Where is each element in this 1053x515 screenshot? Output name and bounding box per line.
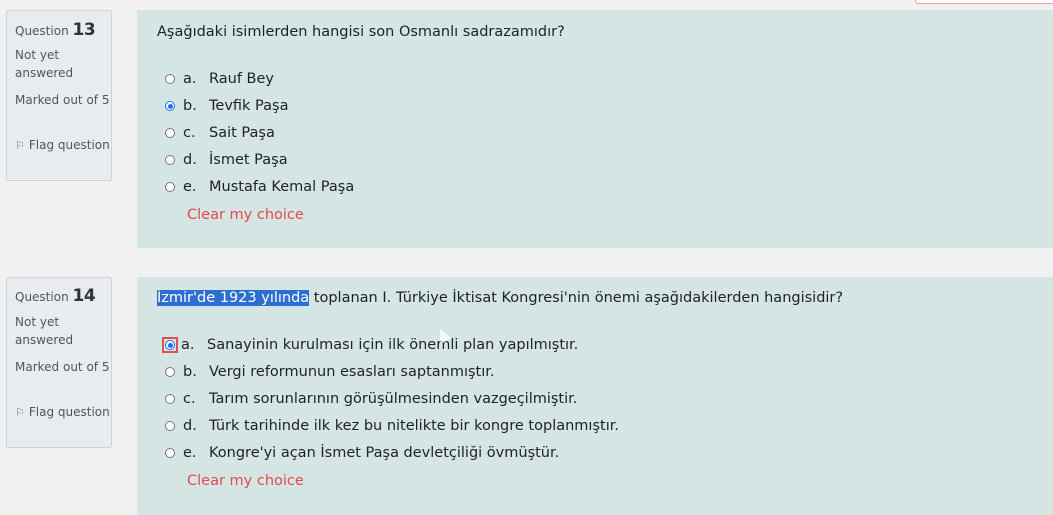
radio-button[interactable] bbox=[165, 182, 175, 192]
radio-button[interactable] bbox=[165, 101, 175, 111]
question-status: Not yet answered bbox=[15, 315, 74, 347]
option-text: Rauf Bey bbox=[209, 71, 274, 87]
answer-option-c[interactable]: c. Tarım sorunlarının görüşülmesinden va… bbox=[165, 389, 577, 409]
option-text: Sanayinin kurulması için ilk önemli plan… bbox=[207, 337, 579, 353]
option-text: İsmet Paşa bbox=[209, 152, 288, 168]
flag-question-link[interactable]: ⚐ Flag question bbox=[15, 136, 110, 155]
question-info-panel: Question 14 Not yet answered Marked out … bbox=[6, 277, 112, 448]
question-marks: Marked out of 5 bbox=[15, 360, 110, 374]
clear-choice-link[interactable]: Clear my choice bbox=[187, 207, 304, 223]
answer-option-a[interactable]: a. Rauf Bey bbox=[165, 69, 274, 89]
option-text: Mustafa Kemal Paşa bbox=[209, 179, 355, 195]
option-letter: d. bbox=[183, 418, 197, 434]
flag-label: Flag question bbox=[28, 405, 110, 419]
option-text: Vergi reformunun esasları saptanmıştır. bbox=[209, 364, 495, 380]
flag-label: Flag question bbox=[28, 138, 110, 152]
option-letter: c. bbox=[183, 125, 196, 141]
option-text: Türk tarihinde ilk kez bu nitelikte bir … bbox=[209, 418, 619, 434]
question-label: Question bbox=[15, 24, 69, 38]
question-status: Not yet answered bbox=[15, 48, 74, 80]
radio-button[interactable] bbox=[165, 128, 175, 138]
clear-choice-link[interactable]: Clear my choice bbox=[187, 473, 304, 489]
option-text: Sait Paşa bbox=[209, 125, 275, 141]
question-marks: Marked out of 5 bbox=[15, 93, 110, 107]
answer-option-b[interactable]: b. Vergi reformunun esasları saptanmıştı… bbox=[165, 362, 495, 382]
question-text: İzmir'de 1923 yılında toplanan I. Türkiy… bbox=[157, 290, 843, 306]
option-letter: c. bbox=[183, 391, 196, 407]
question-info-panel: Question 13 Not yet answered Marked out … bbox=[6, 10, 112, 181]
option-letter: a. bbox=[181, 337, 195, 353]
question-text-body: toplanan I. Türkiye İktisat Kongresi'nin… bbox=[309, 290, 844, 306]
option-letter: e. bbox=[183, 179, 197, 195]
radio-button[interactable] bbox=[165, 448, 175, 458]
question-content: Aşağıdaki isimlerden hangisi son Osmanlı… bbox=[137, 10, 1053, 248]
radio-button[interactable] bbox=[165, 367, 175, 377]
option-letter: a. bbox=[183, 71, 197, 87]
radio-button[interactable] bbox=[165, 74, 175, 84]
radio-button[interactable] bbox=[165, 340, 175, 350]
flag-icon: ⚐ bbox=[15, 406, 25, 419]
answer-option-e[interactable]: e. Kongre'yi açan İsmet Paşa devletçiliğ… bbox=[165, 443, 559, 463]
question-number: Question 14 bbox=[15, 286, 96, 306]
option-letter: e. bbox=[183, 445, 197, 461]
question-content: İzmir'de 1923 yılında toplanan I. Türkiy… bbox=[137, 277, 1053, 515]
radio-button[interactable] bbox=[165, 421, 175, 431]
question-text-body: Aşağıdaki isimlerden hangisi son Osmanlı… bbox=[157, 24, 565, 40]
option-text: Tevfik Paşa bbox=[209, 98, 289, 114]
option-text: Tarım sorunlarının görüşülmesinden vazge… bbox=[209, 391, 578, 407]
question-number: Question 13 bbox=[15, 20, 96, 40]
option-letter: d. bbox=[183, 152, 197, 168]
top-button-edge[interactable] bbox=[915, 0, 1053, 4]
radio-button[interactable] bbox=[165, 394, 175, 404]
answer-option-e[interactable]: e. Mustafa Kemal Paşa bbox=[165, 177, 354, 197]
option-letter: b. bbox=[183, 98, 197, 114]
page-top-strip bbox=[0, 0, 1053, 8]
answer-option-a[interactable]: a. Sanayinin kurulması için ilk önemli p… bbox=[162, 335, 579, 355]
question-label: Question bbox=[15, 290, 69, 304]
radio-button[interactable] bbox=[165, 155, 175, 165]
answer-option-b[interactable]: b. Tevfik Paşa bbox=[165, 96, 288, 116]
answer-option-c[interactable]: c. Sait Paşa bbox=[165, 123, 275, 143]
option-text: Kongre'yi açan İsmet Paşa devletçiliği ö… bbox=[209, 445, 560, 461]
answer-option-d[interactable]: d. Türk tarihinde ilk kez bu nitelikte b… bbox=[165, 416, 619, 436]
flag-question-link[interactable]: ⚐ Flag question bbox=[15, 403, 110, 422]
question-number-value: 13 bbox=[72, 20, 96, 40]
selected-text: İzmir'de 1923 yılında bbox=[157, 290, 310, 306]
answer-option-d[interactable]: d. İsmet Paşa bbox=[165, 150, 288, 170]
question-text: Aşağıdaki isimlerden hangisi son Osmanlı… bbox=[157, 24, 565, 40]
radio-focus-ring[interactable] bbox=[162, 337, 178, 353]
question-number-value: 14 bbox=[72, 286, 96, 306]
option-letter: b. bbox=[183, 364, 197, 380]
flag-icon: ⚐ bbox=[15, 139, 25, 152]
